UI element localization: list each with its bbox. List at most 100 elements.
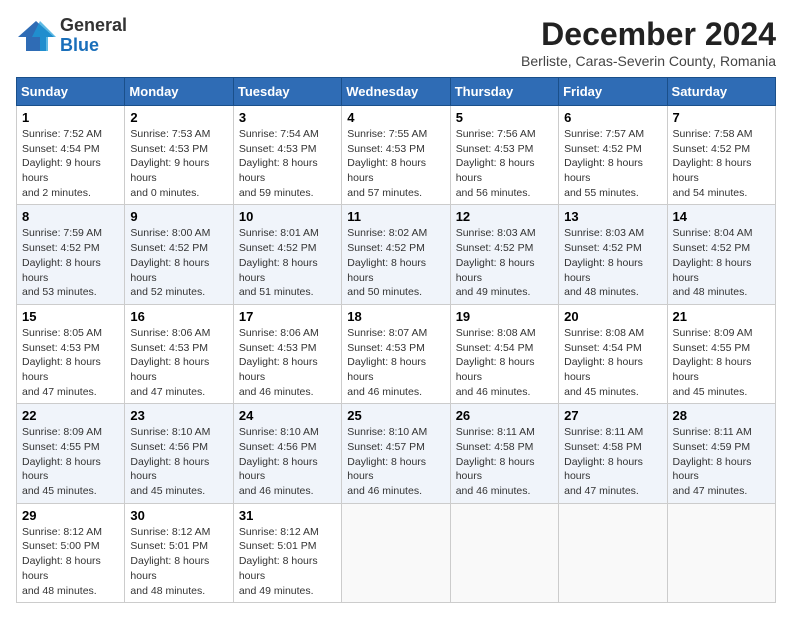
calendar-cell: 7 Sunrise: 7:58 AMSunset: 4:52 PMDaylight… [667,106,775,205]
day-info: Sunrise: 8:04 AMSunset: 4:52 PMDaylight:… [673,226,770,299]
day-info: Sunrise: 8:01 AMSunset: 4:52 PMDaylight:… [239,226,336,299]
calendar-cell: 10 Sunrise: 8:01 AMSunset: 4:52 PMDayligh… [233,205,341,304]
day-number: 28 [673,408,770,423]
day-info: Sunrise: 8:12 AMSunset: 5:01 PMDaylight:… [239,525,336,598]
calendar-cell: 26 Sunrise: 8:11 AMSunset: 4:58 PMDayligh… [450,404,558,503]
day-number: 29 [22,508,119,523]
day-number: 19 [456,309,553,324]
day-number: 10 [239,209,336,224]
calendar-cell: 21Sunrise: 8:09 AMSunset: 4:55 PMDayligh… [667,304,775,403]
calendar-cell: 1 Sunrise: 7:52 AMSunset: 4:54 PMDaylight… [17,106,125,205]
day-number: 6 [564,110,661,125]
calendar-cell: 3 Sunrise: 7:54 AMSunset: 4:53 PMDaylight… [233,106,341,205]
calendar-cell: 13 Sunrise: 8:03 AMSunset: 4:52 PMDayligh… [559,205,667,304]
calendar-table: SundayMondayTuesdayWednesdayThursdayFrid… [16,77,776,603]
calendar-cell: 23Sunrise: 8:10 AMSunset: 4:56 PMDayligh… [125,404,233,503]
day-number: 13 [564,209,661,224]
weekday-header-monday: Monday [125,78,233,106]
calendar-week-4: 22 Sunrise: 8:09 AMSunset: 4:55 PMDayligh… [17,404,776,503]
weekday-header-row: SundayMondayTuesdayWednesdayThursdayFrid… [17,78,776,106]
day-number: 4 [347,110,444,125]
day-info: Sunrise: 8:10 AMSunset: 4:56 PMDaylight:… [239,425,336,498]
day-number: 9 [130,209,227,224]
day-number: 24 [239,408,336,423]
day-info: Sunrise: 8:00 AMSunset: 4:52 PMDaylight:… [130,226,227,299]
day-number: 8 [22,209,119,224]
day-number: 30 [130,508,227,523]
day-number: 31 [239,508,336,523]
title-area: December 2024 Berliste, Caras-Severin Co… [521,16,776,69]
weekday-header-saturday: Saturday [667,78,775,106]
weekday-header-wednesday: Wednesday [342,78,450,106]
day-info: Sunrise: 8:11 AMSunset: 4:58 PMDaylight:… [564,425,661,498]
calendar-cell: 4 Sunrise: 7:55 AMSunset: 4:53 PMDaylight… [342,106,450,205]
weekday-header-tuesday: Tuesday [233,78,341,106]
day-info: Sunrise: 8:03 AMSunset: 4:52 PMDaylight:… [564,226,661,299]
day-number: 26 [456,408,553,423]
calendar-cell: 9 Sunrise: 8:00 AMSunset: 4:52 PMDaylight… [125,205,233,304]
calendar-cell: 27 Sunrise: 8:11 AMSunset: 4:58 PMDayligh… [559,404,667,503]
day-info: Sunrise: 8:09 AMSunset: 4:55 PMDaylight:… [22,425,119,498]
calendar-cell: 29 Sunrise: 8:12 AMSunset: 5:00 PMDayligh… [17,503,125,602]
calendar-cell: 30Sunrise: 8:12 AMSunset: 5:01 PMDayligh… [125,503,233,602]
day-info: Sunrise: 8:05 AMSunset: 4:53 PMDaylight:… [22,326,119,399]
day-number: 22 [22,408,119,423]
day-info: Sunrise: 7:52 AMSunset: 4:54 PMDaylight:… [22,127,119,200]
day-info: Sunrise: 8:10 AMSunset: 4:57 PMDaylight:… [347,425,444,498]
day-info: Sunrise: 8:11 AMSunset: 4:58 PMDaylight:… [456,425,553,498]
calendar-cell: 15 Sunrise: 8:05 AMSunset: 4:53 PMDayligh… [17,304,125,403]
calendar-cell [559,503,667,602]
day-info: Sunrise: 8:02 AMSunset: 4:52 PMDaylight:… [347,226,444,299]
weekday-header-friday: Friday [559,78,667,106]
day-info: Sunrise: 8:03 AMSunset: 4:52 PMDaylight:… [456,226,553,299]
calendar-cell: 19 Sunrise: 8:08 AMSunset: 4:54 PMDayligh… [450,304,558,403]
day-info: Sunrise: 8:11 AMSunset: 4:59 PMDaylight:… [673,425,770,498]
day-number: 7 [673,110,770,125]
day-info: Sunrise: 7:55 AMSunset: 4:53 PMDaylight:… [347,127,444,200]
calendar-cell: 6Sunrise: 7:57 AMSunset: 4:52 PMDaylight… [559,106,667,205]
day-number: 3 [239,110,336,125]
weekday-header-thursday: Thursday [450,78,558,106]
logo: General Blue [16,16,127,56]
day-number: 17 [239,309,336,324]
day-number: 14 [673,209,770,224]
calendar-cell: 18 Sunrise: 8:07 AMSunset: 4:53 PMDayligh… [342,304,450,403]
calendar-cell: 24 Sunrise: 8:10 AMSunset: 4:56 PMDayligh… [233,404,341,503]
day-number: 16 [130,309,227,324]
weekday-header-sunday: Sunday [17,78,125,106]
calendar-cell: 17Sunrise: 8:06 AMSunset: 4:53 PMDayligh… [233,304,341,403]
day-number: 15 [22,309,119,324]
calendar-cell: 28 Sunrise: 8:11 AMSunset: 4:59 PMDayligh… [667,404,775,503]
calendar-week-5: 29 Sunrise: 8:12 AMSunset: 5:00 PMDayligh… [17,503,776,602]
logo-text: General Blue [60,16,127,56]
day-info: Sunrise: 7:59 AMSunset: 4:52 PMDaylight:… [22,226,119,299]
day-info: Sunrise: 8:06 AMSunset: 4:53 PMDaylight:… [130,326,227,399]
day-info: Sunrise: 8:08 AMSunset: 4:54 PMDaylight:… [456,326,553,399]
logo-icon [16,19,56,53]
day-info: Sunrise: 8:08 AMSunset: 4:54 PMDaylight:… [564,326,661,399]
day-info: Sunrise: 8:12 AMSunset: 5:00 PMDaylight:… [22,525,119,598]
month-title: December 2024 [521,16,776,53]
calendar-cell [667,503,775,602]
calendar-cell: 5Sunrise: 7:56 AMSunset: 4:53 PMDaylight… [450,106,558,205]
day-number: 27 [564,408,661,423]
calendar-cell: 11 Sunrise: 8:02 AMSunset: 4:52 PMDayligh… [342,205,450,304]
day-number: 11 [347,209,444,224]
header: General Blue December 2024 Berliste, Car… [16,16,776,69]
day-number: 18 [347,309,444,324]
day-info: Sunrise: 8:07 AMSunset: 4:53 PMDaylight:… [347,326,444,399]
calendar-week-3: 15 Sunrise: 8:05 AMSunset: 4:53 PMDayligh… [17,304,776,403]
day-info: Sunrise: 7:58 AMSunset: 4:52 PMDaylight:… [673,127,770,200]
day-number: 25 [347,408,444,423]
calendar-cell: 16 Sunrise: 8:06 AMSunset: 4:53 PMDayligh… [125,304,233,403]
calendar-cell: 31 Sunrise: 8:12 AMSunset: 5:01 PMDayligh… [233,503,341,602]
calendar-week-1: 1 Sunrise: 7:52 AMSunset: 4:54 PMDaylight… [17,106,776,205]
day-info: Sunrise: 7:56 AMSunset: 4:53 PMDaylight:… [456,127,553,200]
day-number: 21 [673,309,770,324]
location-subtitle: Berliste, Caras-Severin County, Romania [521,53,776,69]
day-info: Sunrise: 7:54 AMSunset: 4:53 PMDaylight:… [239,127,336,200]
calendar-cell: 12 Sunrise: 8:03 AMSunset: 4:52 PMDayligh… [450,205,558,304]
day-number: 20 [564,309,661,324]
day-number: 12 [456,209,553,224]
day-number: 1 [22,110,119,125]
